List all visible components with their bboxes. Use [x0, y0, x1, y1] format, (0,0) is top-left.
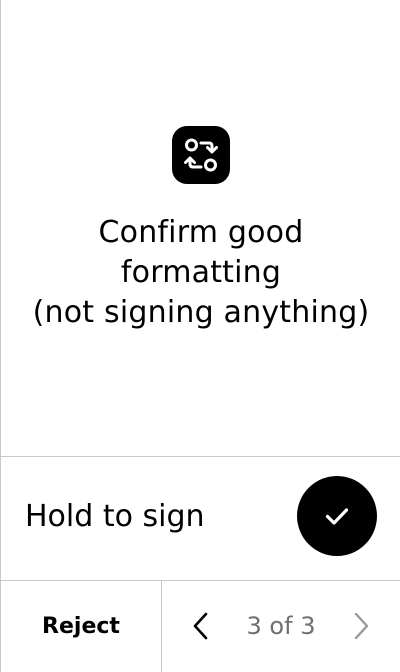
- hold-to-sign-button[interactable]: [297, 476, 377, 556]
- chevron-right-icon: [354, 612, 369, 640]
- message-line-2: formatting: [120, 255, 282, 290]
- message-panel: Confirm good formatting (not signing any…: [1, 0, 400, 456]
- message-line-1: Confirm good: [98, 215, 304, 250]
- chevron-left-icon: [193, 612, 208, 640]
- swap-arrows-icon: [172, 126, 230, 184]
- sign-screen: Confirm good formatting (not signing any…: [0, 0, 400, 672]
- message-title: Confirm good formatting (not signing any…: [1, 213, 400, 333]
- next-page-button[interactable]: [345, 606, 377, 646]
- reject-button[interactable]: Reject: [1, 581, 161, 672]
- checkmark-icon: [325, 508, 349, 525]
- hold-to-sign-label: Hold to sign: [25, 499, 205, 534]
- footer-divider: [161, 581, 162, 672]
- message-line-3: (not signing anything): [32, 295, 370, 330]
- previous-page-button[interactable]: [185, 606, 217, 646]
- page-indicator: 3 of 3: [246, 612, 316, 640]
